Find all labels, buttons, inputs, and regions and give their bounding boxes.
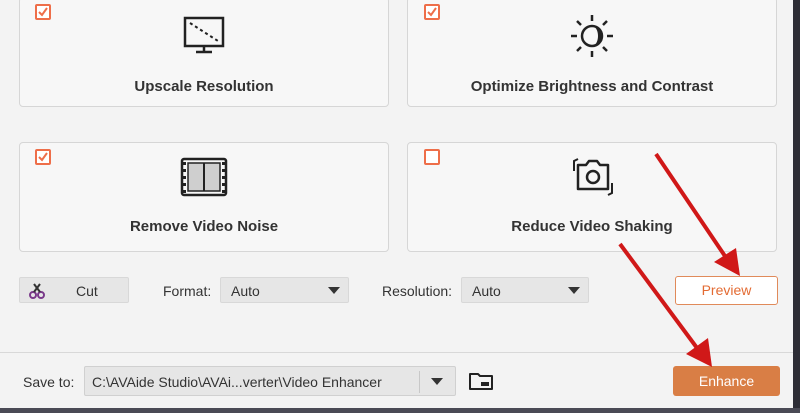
scissors-icon [28,282,46,303]
checkmark-icon [38,7,48,17]
checkmark-icon [38,152,48,162]
format-label: Format: [163,283,212,299]
format-value: Auto [231,283,260,299]
noise-checkbox[interactable] [35,149,51,165]
video-enhancer-window: Upscale Resolution Optimize Brightness a… [0,0,793,408]
shaking-checkbox[interactable] [424,149,440,165]
card-reduce-shaking[interactable]: Reduce Video Shaking [407,142,777,252]
card-upscale-resolution[interactable]: Upscale Resolution [19,0,389,107]
chevron-down-icon [431,378,443,385]
card-remove-noise[interactable]: Remove Video Noise [19,142,389,252]
card-optimize-brightness[interactable]: Optimize Brightness and Contrast [407,0,777,107]
noise-label: Remove Video Noise [129,218,279,235]
upscale-checkbox[interactable] [35,4,51,20]
open-folder-icon[interactable] [468,370,494,397]
format-select[interactable]: Auto [220,277,349,303]
monitor-slash-icon [180,14,228,62]
window-edge [793,0,800,413]
camera-stabilize-icon [568,153,616,201]
dropdown-separator [419,371,420,393]
film-noise-icon [180,153,228,201]
window-bottom-edge [0,408,800,413]
resolution-value: Auto [472,283,501,299]
save-path-value: C:\AVAide Studio\AVAi...verter\Video Enh… [92,374,382,390]
footer-divider [0,352,793,353]
cut-button[interactable]: Cut [19,277,129,303]
brightness-checkbox[interactable] [424,4,440,20]
resolution-label: Resolution: [382,283,453,299]
cut-label: Cut [76,283,98,299]
enhance-button[interactable]: Enhance [673,366,780,396]
checkmark-icon [427,7,437,17]
chevron-down-icon [328,287,340,294]
save-path-dropdown[interactable]: C:\AVAide Studio\AVAi...verter\Video Enh… [84,366,456,396]
shaking-label: Reduce Video Shaking [511,218,673,235]
brightness-label: Optimize Brightness and Contrast [470,78,714,95]
chevron-down-icon [568,287,580,294]
preview-button[interactable]: Preview [675,276,778,305]
save-to-label: Save to: [23,374,75,390]
brightness-icon [568,12,616,60]
upscale-label: Upscale Resolution [134,78,274,95]
resolution-select[interactable]: Auto [461,277,589,303]
